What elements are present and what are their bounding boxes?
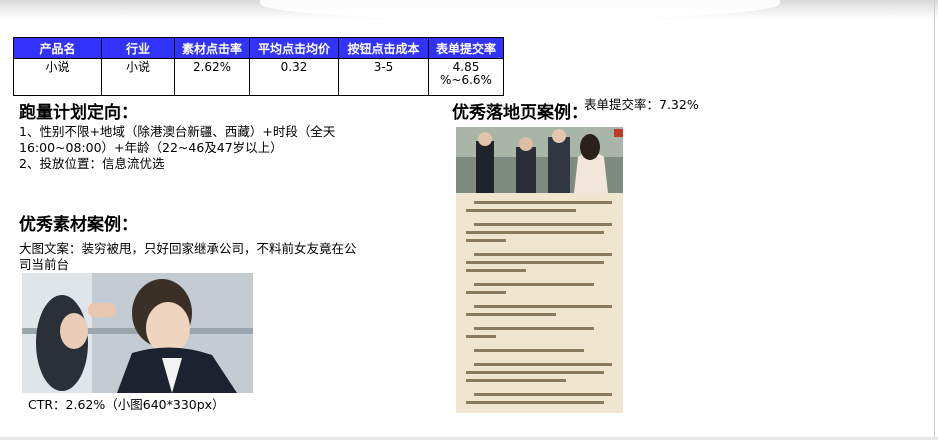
landing-article-image: [456, 193, 623, 413]
landing-form-rate: 表单提交率：7.32%: [584, 97, 699, 112]
targeting-line-2: 16:00~08:00）+年龄（22~46及47岁以上）: [19, 140, 283, 155]
cell-ctr: 2.62%: [174, 58, 250, 96]
metrics-table: 产品名 行业 素材点击率 平均点击均价 按钮点击成本 表单提交率 小说 小说 2…: [13, 37, 504, 96]
header-cell-ctr: 素材点击率: [174, 37, 250, 59]
header-decoration: [0, 0, 938, 20]
creative-title: 优秀素材案例：: [19, 215, 138, 235]
header-cell-button-cost: 按钮点击成本: [338, 37, 429, 59]
landing-image: [456, 127, 623, 193]
cell-product: 小说: [13, 58, 102, 96]
creative-caption-line-1: 大图文案：装穷被甩，只好回家继承公司，不料前女友竟在公: [19, 241, 357, 256]
cell-cpc: 0.32: [249, 58, 339, 96]
creative-ctr: CTR：2.62%（小图640*330px）: [28, 397, 225, 412]
header-cell-product: 产品名: [13, 37, 102, 59]
landing-title: 优秀落地页案例：: [452, 103, 588, 123]
cell-button-cost: 3-5: [338, 58, 429, 96]
creative-image: [22, 273, 253, 393]
header-cell-form-rate: 表单提交率: [428, 37, 504, 59]
table-header-row: 产品名 行业 素材点击率 平均点击均价 按钮点击成本 表单提交率: [13, 37, 504, 59]
targeting-title: 跑量计划定向：: [19, 103, 138, 123]
creative-caption-line-2: 司当前台: [19, 257, 70, 272]
targeting-line-3: 2、投放位置：信息流优选: [19, 156, 165, 171]
cell-form-rate: 4.85 %~6.6%: [428, 58, 504, 96]
right-divider: [934, 0, 935, 440]
header-cell-cpc: 平均点击均价: [249, 37, 339, 59]
table-row: 小说 小说 2.62% 0.32 3-5 4.85 %~6.6%: [13, 58, 504, 96]
header-cell-industry: 行业: [101, 37, 175, 59]
cell-industry: 小说: [101, 58, 175, 96]
targeting-line-1: 1、性别不限+地域（除港澳台新疆、西藏）+时段（全天: [19, 124, 336, 139]
